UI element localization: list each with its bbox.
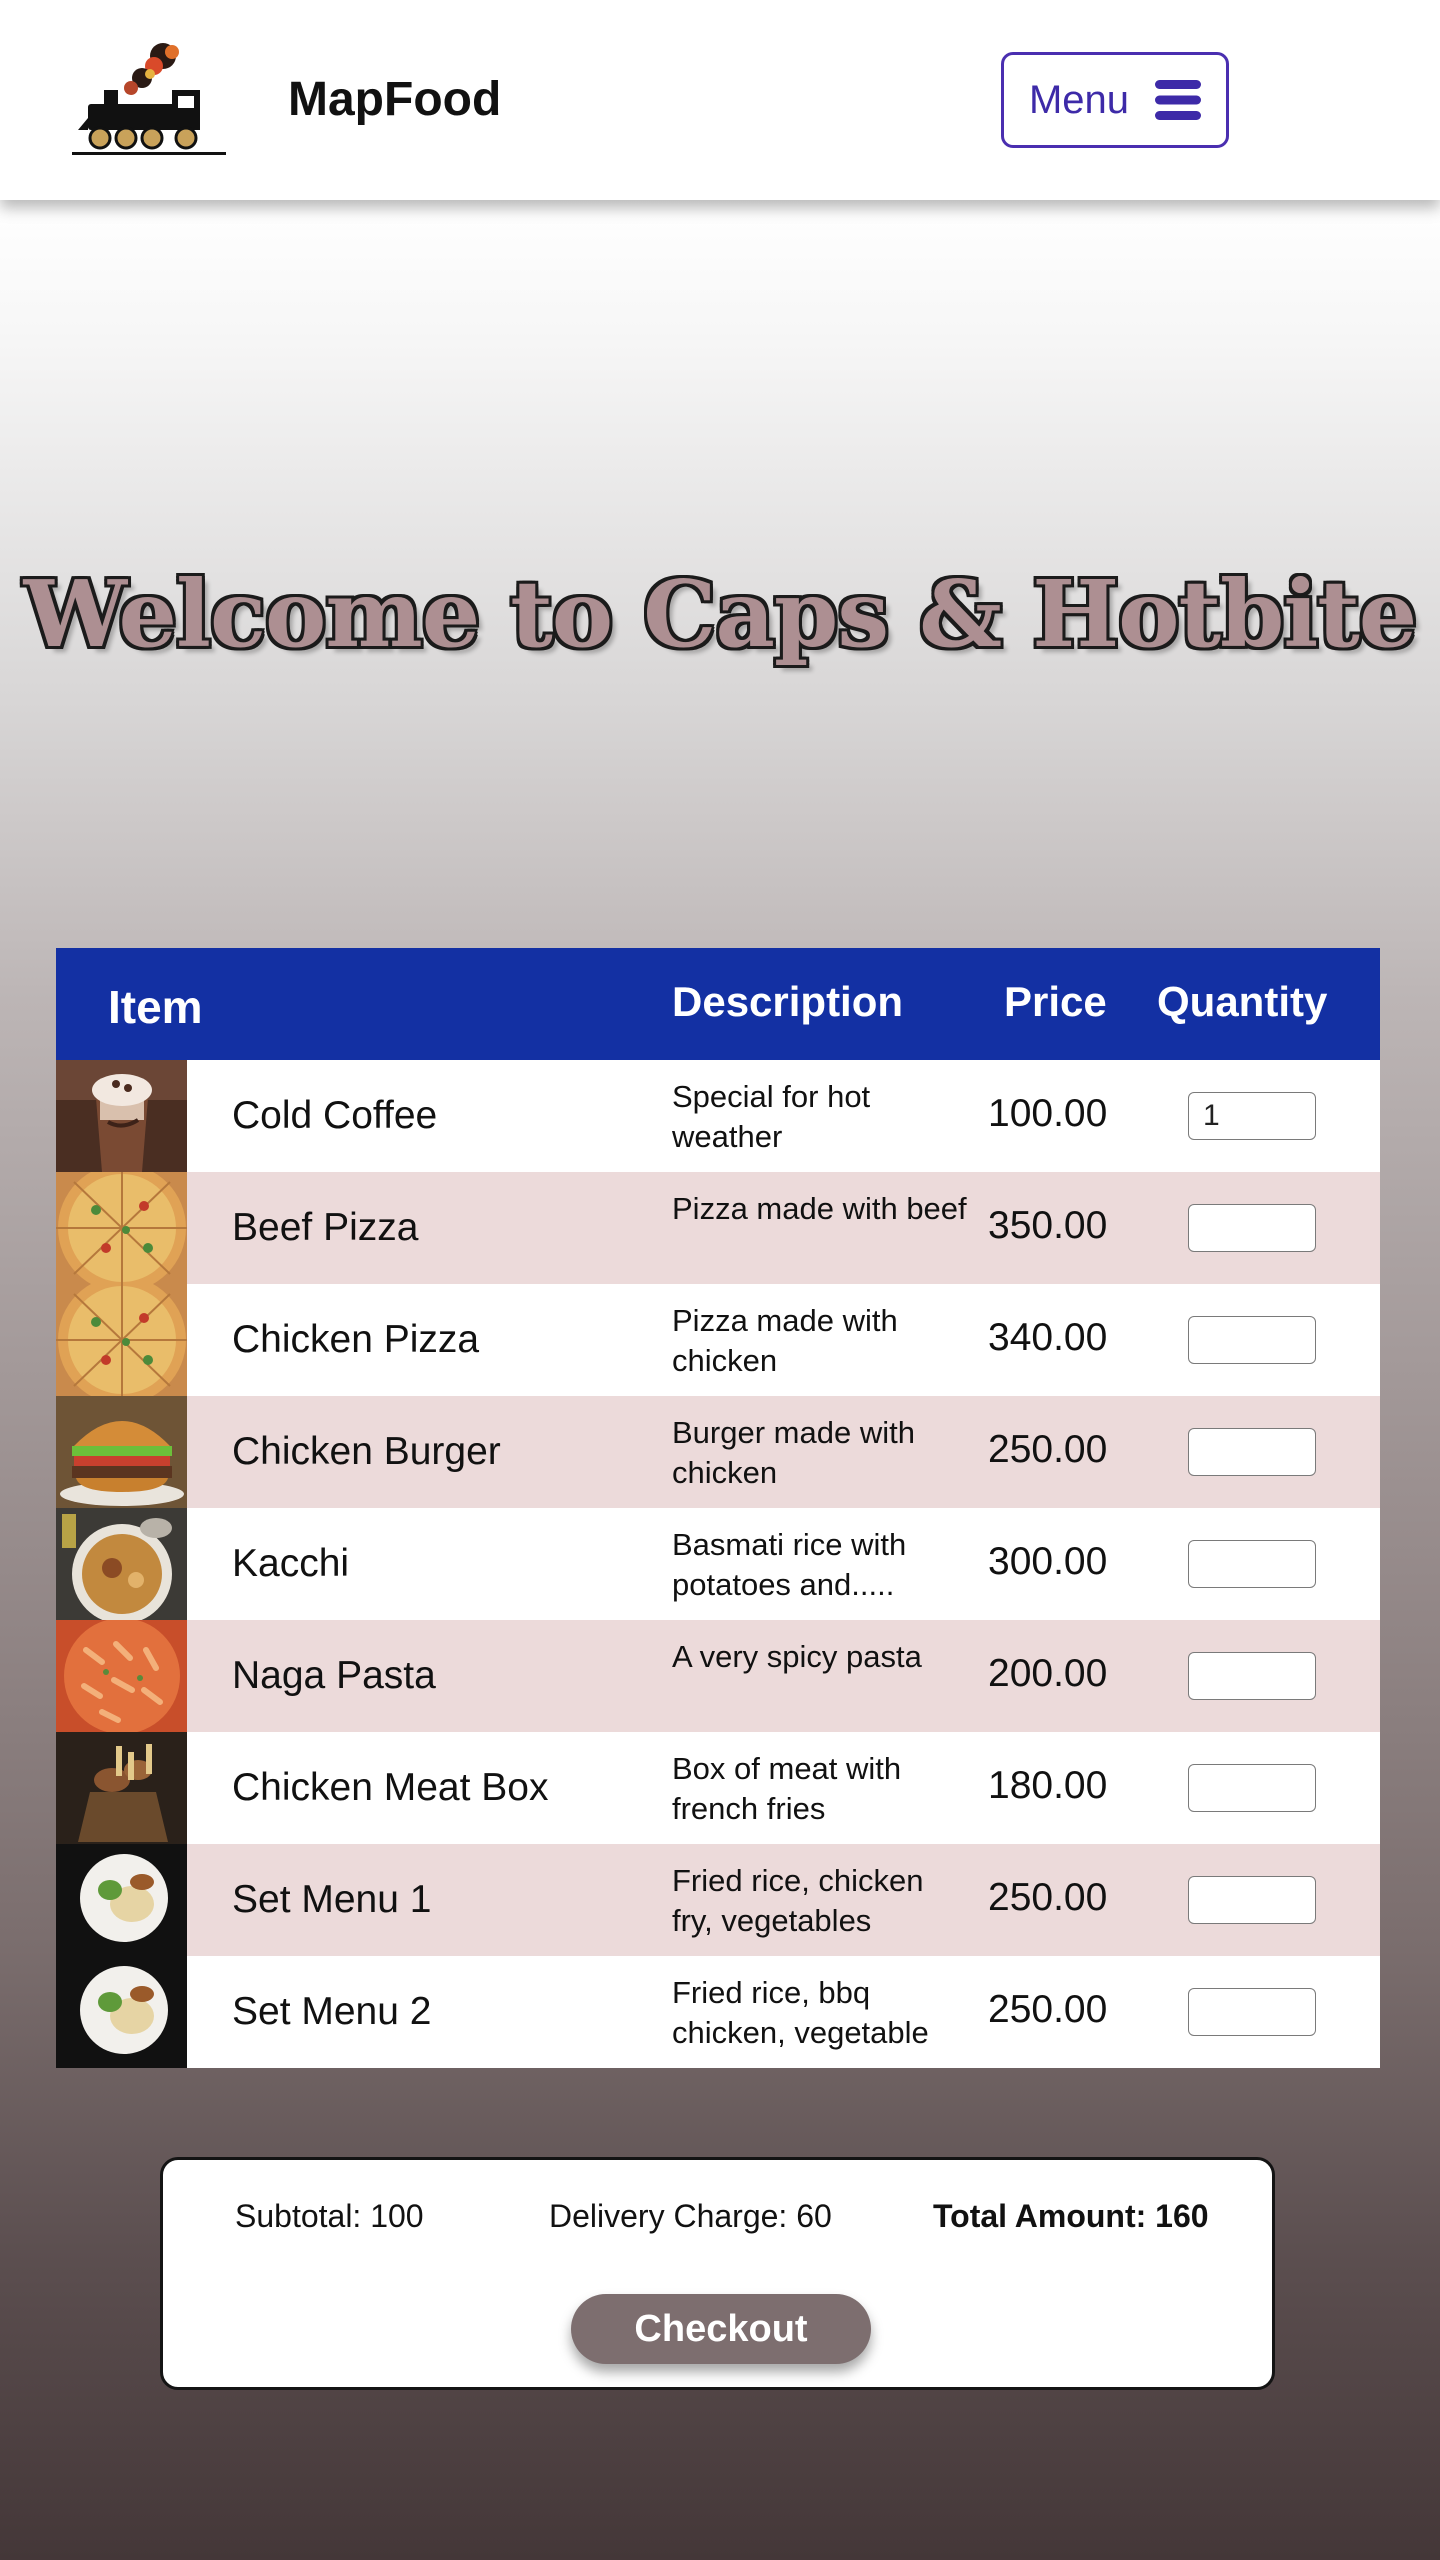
quantity-input[interactable] — [1188, 1764, 1316, 1812]
item-name: Naga Pasta — [232, 1654, 436, 1697]
table-header: Item Description Price Quantity — [56, 948, 1380, 1060]
quantity-input[interactable] — [1188, 1876, 1316, 1924]
header-description: Description — [672, 978, 904, 1025]
quantity-input[interactable] — [1188, 1988, 1316, 2036]
pasta-image — [56, 1620, 187, 1732]
food-menu-table: Item Description Price Quantity Cold Cof… — [56, 948, 1380, 2068]
table-row: Naga Pasta A very spicy pasta 200.00 — [56, 1620, 1380, 1732]
meat-box-image — [56, 1732, 187, 1844]
item-name: Chicken Meat Box — [232, 1766, 549, 1809]
total-amount-text: Total Amount: 160 — [933, 2198, 1209, 2234]
item-price: 340.00 — [988, 1316, 1108, 1359]
item-price: 300.00 — [988, 1540, 1108, 1583]
table-row: Chicken Burger Burger made with chicken 25… — [56, 1396, 1380, 1508]
item-price: 200.00 — [988, 1652, 1108, 1695]
item-description: Fried rice, chicken fry, vegetables — [672, 1863, 924, 1938]
set-menu-plate-image — [56, 1956, 187, 2068]
header-price: Price — [1004, 978, 1107, 1025]
quantity-input[interactable] — [1188, 1652, 1316, 1700]
item-description: Burger made with chicken — [672, 1415, 915, 1490]
table-row: Beef Pizza Pizza made with beef 350.00 — [56, 1172, 1380, 1284]
item-description: Special for hot weather — [672, 1079, 871, 1154]
quantity-input[interactable] — [1188, 1092, 1316, 1140]
item-name: Chicken Burger — [232, 1430, 501, 1473]
item-name: Kacchi — [232, 1542, 350, 1585]
subtotal-text: Subtotal: 100 — [235, 2198, 424, 2234]
quantity-input[interactable] — [1188, 1540, 1316, 1588]
item-description: Basmati rice with potatoes and..... — [672, 1527, 907, 1602]
brand-name[interactable]: MapFood — [288, 72, 501, 127]
hamburger-icon — [1155, 80, 1202, 120]
item-name: Chicken Pizza — [232, 1318, 480, 1361]
burger-image — [56, 1396, 187, 1508]
item-name: Set Menu 1 — [232, 1878, 432, 1921]
item-description: Fried rice, bbq chicken, vegetable — [672, 1975, 929, 2050]
mapfood-logo[interactable] — [68, 38, 228, 163]
cold-coffee-image — [56, 1060, 187, 1172]
item-description: A very spicy pasta — [672, 1639, 922, 1674]
kacchi-image — [56, 1508, 187, 1620]
pizza-image — [56, 1172, 187, 1284]
item-description: Pizza made with chicken — [672, 1303, 898, 1378]
set-menu-plate-image — [56, 1844, 187, 1956]
table-row: Chicken Pizza Pizza made with chicken 340.… — [56, 1284, 1380, 1396]
top-nav: MapFood Menu — [0, 0, 1440, 200]
menu-button[interactable]: Menu — [1001, 52, 1229, 148]
item-name: Set Menu 2 — [232, 1990, 432, 2033]
item-price: 250.00 — [988, 1428, 1108, 1471]
item-price: 180.00 — [988, 1764, 1108, 1807]
item-price: 100.00 — [988, 1092, 1108, 1135]
item-description: Pizza made with beef — [672, 1191, 967, 1226]
item-description: Box of meat with french fries — [672, 1751, 902, 1826]
order-summary: Subtotal: 100 Delivery Charge: 60 Total … — [160, 2157, 1275, 2390]
delivery-charge-text: Delivery Charge: 60 — [549, 2198, 832, 2234]
item-price: 350.00 — [988, 1204, 1108, 1247]
item-name: Beef Pizza — [232, 1206, 419, 1249]
item-price: 250.00 — [988, 1876, 1108, 1919]
table-row: Set Menu 1 Fried rice, chicken fry, veget… — [56, 1844, 1380, 1956]
checkout-button[interactable]: Checkout — [571, 2294, 871, 2364]
table-row: Chicken Meat Box Box of meat with french … — [56, 1732, 1380, 1844]
header-item: Item — [108, 981, 203, 1033]
item-price: 250.00 — [988, 1988, 1108, 2031]
item-name: Cold Coffee — [232, 1094, 438, 1137]
hero-title: Welcome to Caps & Hotbite — [23, 560, 1418, 668]
quantity-input[interactable] — [1188, 1428, 1316, 1476]
table-row: Set Menu 2 Fried rice, bbq chicken, veget… — [56, 1956, 1380, 2068]
header-quantity: Quantity — [1157, 978, 1328, 1025]
menu-button-label: Menu — [1028, 77, 1130, 122]
pizza-image — [56, 1284, 187, 1396]
quantity-input[interactable] — [1188, 1204, 1316, 1252]
table-row: Cold Coffee Special for hot weather 100.00 — [56, 1060, 1380, 1172]
table-row: Kacchi Basmati rice with potatoes and....… — [56, 1508, 1380, 1620]
quantity-input[interactable] — [1188, 1316, 1316, 1364]
